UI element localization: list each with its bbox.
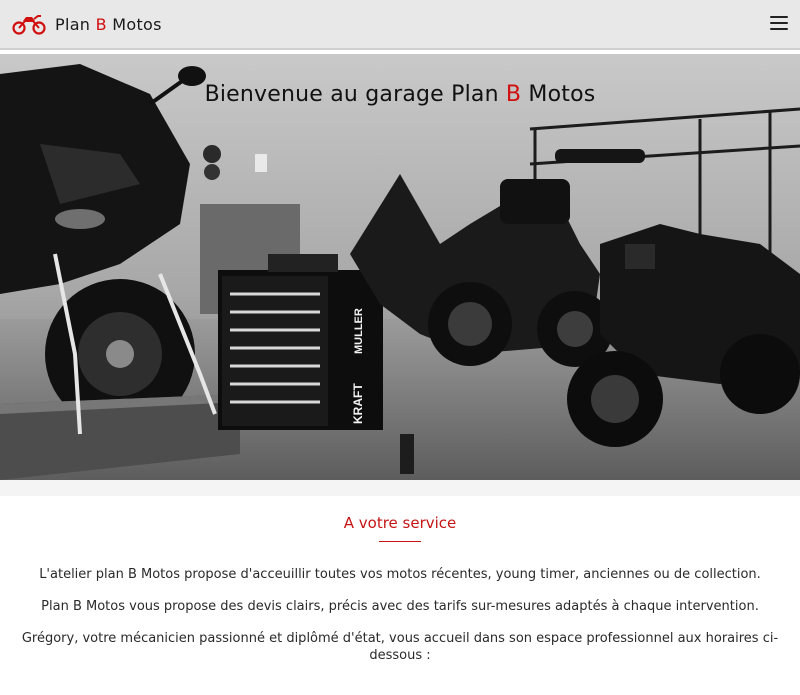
brand-link[interactable]: Plan B Motos	[12, 13, 162, 35]
brand-accent-letter: B	[95, 14, 107, 34]
brand-name: Plan B Motos	[55, 14, 162, 34]
service-section: A votre service L'atelier plan B Motos p…	[0, 496, 800, 664]
garage-photo: MULLER KRAFT	[0, 54, 800, 480]
hero-title-accent: B	[505, 82, 522, 107]
hero-banner: MULLER KRAFT Bienvenue au garage Plan B …	[0, 54, 800, 480]
service-paragraph-2: Plan B Motos vous propose des devis clai…	[41, 599, 759, 614]
motorcycle-icon	[12, 13, 46, 35]
toolbox-brand-label-2: KRAFT	[351, 383, 365, 424]
service-paragraph-3: Grégory, votre mécanicien passionné et d…	[21, 631, 779, 663]
navbar: Plan B Motos	[0, 0, 800, 50]
service-paragraph-1: L'atelier plan B Motos propose d'acceuil…	[39, 567, 761, 582]
toolbox-brand-label: MULLER	[353, 308, 365, 354]
hero-title: Bienvenue au garage Plan B Motos	[204, 82, 596, 107]
section-title: A votre service	[343, 514, 457, 532]
hamburger-menu-icon[interactable]	[770, 16, 788, 32]
section-divider	[0, 480, 800, 496]
title-underline	[379, 541, 421, 542]
